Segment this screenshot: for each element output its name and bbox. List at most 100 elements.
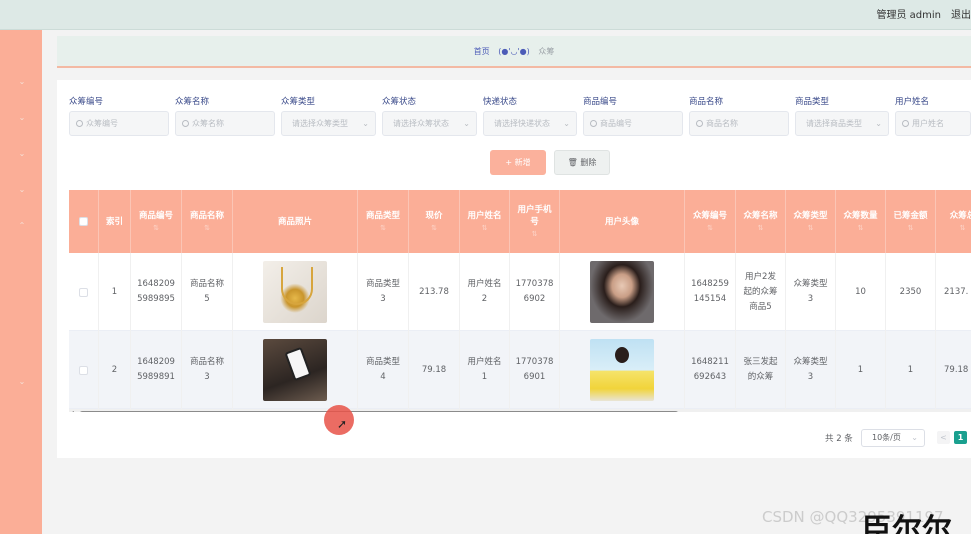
- column-header[interactable]: 众筹数量 ⇅: [836, 190, 886, 253]
- breadcrumb-current: 众筹: [538, 47, 555, 56]
- cell-index: 1: [99, 253, 131, 331]
- table-row[interactable]: 1 1648209 5989895 商品名称 5 商品类型 3 213.78 用…: [69, 253, 971, 331]
- column-header[interactable]: 现价 ⇅: [409, 190, 460, 253]
- cell-goods-type: 商品类型 3: [358, 253, 409, 331]
- column-header[interactable]: 用户姓名 ⇅: [460, 190, 510, 253]
- column-header[interactable]: 商品名称 ⇅: [182, 190, 233, 253]
- page-number-button[interactable]: 1: [954, 431, 967, 444]
- goods-photo-phone[interactable]: [263, 339, 327, 401]
- sidebar-chevron-icon[interactable]: ⌄: [18, 186, 26, 194]
- sidebar: ⌄ ⌄ ⌄ ⌄ ⌃ ⌄: [0, 30, 42, 534]
- select-express-status[interactable]: 请选择快递状态 ⌄: [483, 111, 577, 136]
- cell-phone: 1770378 6901: [510, 331, 560, 409]
- cell-goods-photo: [233, 331, 358, 409]
- main-panel: 众筹编号 众筹名称 众筹类型 众筹状态 快递状态 商品编号 商品名称 商品类型 …: [57, 80, 971, 458]
- row-checkbox[interactable]: [79, 365, 88, 375]
- sidebar-chevron-icon[interactable]: ⌄: [18, 150, 26, 158]
- search-label-cf-no: 众筹编号: [69, 97, 104, 107]
- select-cf-type[interactable]: 请选择众筹类型 ⌄: [281, 111, 376, 136]
- chevron-down-icon: ⌄: [875, 119, 882, 128]
- select-all-checkbox[interactable]: [79, 217, 88, 226]
- column-header[interactable]: 用户手机号 ⇅: [510, 190, 560, 253]
- cell-goods-name: 商品名称 3: [182, 331, 233, 409]
- cell-avatar: [560, 331, 685, 409]
- column-header[interactable]: 已筹金额 ⇅: [886, 190, 936, 253]
- add-button[interactable]: + 新增: [490, 150, 546, 175]
- sort-icon[interactable]: ⇅: [758, 222, 764, 234]
- cell-cf-no: 1648259 145154: [685, 253, 736, 331]
- sidebar-chevron-icon[interactable]: ⌄: [18, 78, 26, 86]
- cell-price: 79.18: [409, 331, 460, 409]
- column-header[interactable]: 众筹总 ⇅: [936, 190, 971, 253]
- cell-goods-type: 商品类型 4: [358, 331, 409, 409]
- search-icon: [902, 120, 909, 127]
- delete-button[interactable]: 🗑 删除: [554, 150, 610, 175]
- page-size-select[interactable]: 10条/页 ⌄: [861, 429, 925, 447]
- column-header[interactable]: 众筹编号 ⇅: [685, 190, 736, 253]
- select-goods-type[interactable]: 请选择商品类型 ⌄: [795, 111, 889, 136]
- breadcrumb-emoticon: (●'◡'●): [498, 47, 530, 56]
- top-bar: 管理员 admin 退出: [0, 0, 971, 30]
- search-label-cf-name: 众筹名称: [175, 97, 210, 107]
- search-label-user-name: 用户姓名: [895, 97, 930, 107]
- search-input-cf-no[interactable]: 众筹编号: [69, 111, 169, 136]
- sort-icon[interactable]: ⇅: [431, 222, 437, 234]
- overlay-text: 臣尔尔: [862, 513, 952, 534]
- search-label-goods-type: 商品类型: [795, 97, 830, 107]
- scrollbar-thumb[interactable]: [79, 411, 679, 412]
- cell-cf-type: 众筹类型 3: [786, 331, 836, 409]
- sort-icon[interactable]: ⇅: [153, 222, 159, 234]
- chevron-down-icon: ⌄: [911, 433, 918, 442]
- search-label-cf-type: 众筹类型: [281, 97, 316, 107]
- sort-icon[interactable]: ⇅: [204, 222, 210, 234]
- sort-icon[interactable]: ⇅: [908, 222, 914, 234]
- column-header[interactable]: 索引: [99, 190, 131, 253]
- sort-icon[interactable]: ⇅: [808, 222, 814, 234]
- breadcrumb-home[interactable]: 首页: [474, 47, 490, 56]
- column-header[interactable]: 商品编号 ⇅: [131, 190, 182, 253]
- logout-link[interactable]: 退出: [951, 6, 971, 21]
- search-label-goods-no: 商品编号: [583, 97, 618, 107]
- user-avatar[interactable]: [590, 261, 654, 323]
- sort-icon[interactable]: ⇅: [858, 222, 864, 234]
- row-checkbox-cell[interactable]: [69, 331, 99, 409]
- search-input-goods-no[interactable]: 商品编号: [583, 111, 683, 136]
- column-header[interactable]: 众筹类型 ⇅: [786, 190, 836, 253]
- search-icon: [696, 120, 703, 127]
- select-cf-status[interactable]: 请选择众筹状态 ⌄: [382, 111, 477, 136]
- search-input-user-name[interactable]: 用户姓名: [895, 111, 971, 136]
- sort-icon[interactable]: ⇅: [482, 222, 488, 234]
- search-input-cf-name[interactable]: 众筹名称: [175, 111, 275, 136]
- cell-phone: 1770378 6902: [510, 253, 560, 331]
- goods-photo-necklace[interactable]: [263, 261, 327, 323]
- chevron-down-icon: ⌄: [362, 119, 369, 128]
- column-header[interactable]: 商品类型 ⇅: [358, 190, 409, 253]
- search-icon: [182, 120, 189, 127]
- pagination-total: 共 2 条: [825, 434, 853, 444]
- row-checkbox-cell[interactable]: [69, 253, 99, 331]
- chevron-down-icon: ⌄: [563, 119, 570, 128]
- user-avatar[interactable]: [590, 339, 654, 401]
- scroll-left-icon[interactable]: ◂: [71, 409, 74, 412]
- prev-page-button[interactable]: <: [937, 431, 950, 444]
- column-header[interactable]: 用户头像: [560, 190, 685, 253]
- search-input-goods-name[interactable]: 商品名称: [689, 111, 789, 136]
- column-header[interactable]: 商品照片: [233, 190, 358, 253]
- cell-cf-name: 张三发起 的众筹: [736, 331, 786, 409]
- sidebar-chevron-icon[interactable]: ⌃: [18, 222, 26, 230]
- column-header[interactable]: 众筹名称 ⇅: [736, 190, 786, 253]
- sidebar-chevron-icon[interactable]: ⌄: [18, 114, 26, 122]
- sort-icon[interactable]: ⇅: [380, 222, 386, 234]
- sort-icon[interactable]: ⇅: [532, 228, 538, 240]
- crowdfunding-table: 索引 商品编号 ⇅ 商品名称 ⇅ 商品照片 商品类型 ⇅ 现价 ⇅ 用户姓名 ⇅ 用户手机…: [69, 190, 971, 412]
- select-all-checkbox-cell[interactable]: [69, 190, 99, 253]
- cell-cf-no: 1648211 692643: [685, 331, 736, 409]
- sort-icon[interactable]: ⇅: [960, 222, 966, 234]
- sidebar-chevron-icon[interactable]: ⌄: [18, 378, 26, 386]
- cell-total: 2137.: [936, 253, 971, 331]
- row-checkbox[interactable]: [79, 287, 88, 297]
- sort-icon[interactable]: ⇅: [707, 222, 713, 234]
- cell-index: 2: [99, 331, 131, 409]
- chevron-down-icon: ⌄: [463, 119, 470, 128]
- table-row[interactable]: 2 1648209 5989891 商品名称 3 商品类型 4 79.18 用户…: [69, 331, 971, 409]
